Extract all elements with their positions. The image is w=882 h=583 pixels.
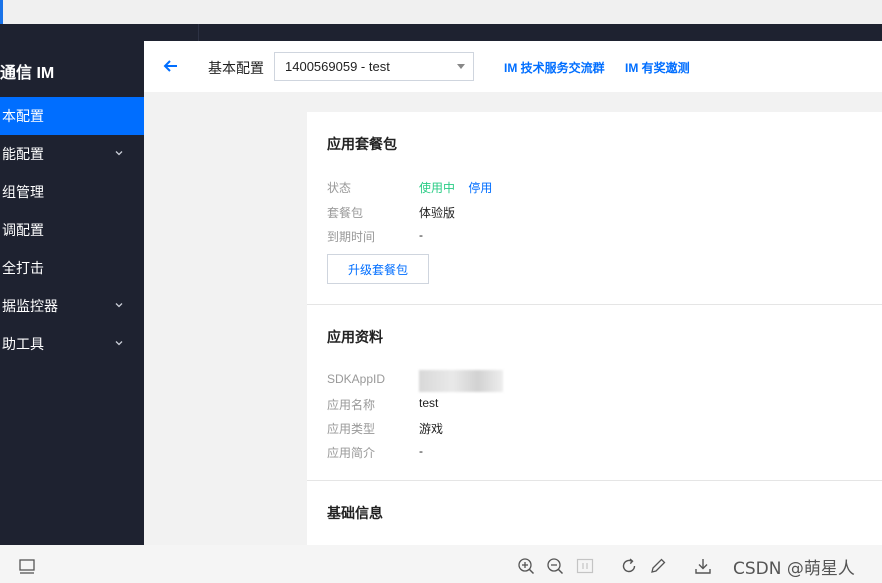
reward-survey-link[interactable]: IM 有奖遨测 [625, 59, 690, 76]
sidebar-item-label: 组管理 [2, 184, 44, 200]
back-arrow-icon[interactable] [162, 57, 180, 75]
watermark-text: CSDN @萌星人 [733, 559, 855, 579]
package-label: 套餐包 [327, 206, 364, 220]
panel-toggle-icon[interactable] [18, 557, 36, 575]
sidebar-item-security[interactable]: 全打击 [0, 249, 144, 287]
app-name-value: test [419, 396, 439, 410]
viewer-toolbar: CSDN @萌星人 [0, 545, 882, 583]
zoom-in-icon[interactable] [517, 557, 535, 575]
app-intro-value: - [419, 444, 423, 458]
expiry-label: 到期时间 [327, 230, 376, 244]
basic-info-section-title: 基础信息 [327, 505, 383, 521]
sidebar-item-label: 助工具 [2, 336, 44, 352]
actual-size-icon [576, 558, 594, 574]
status-row: 使用中 停用 [419, 179, 492, 196]
sidebar-item-label: 全打击 [2, 260, 44, 276]
sidebar-item-label: 本配置 [2, 108, 44, 124]
sdkappid-label: SDKAppID [327, 372, 386, 386]
caret-down-icon [457, 64, 465, 69]
upgrade-package-button[interactable]: 升级套餐包 [327, 254, 429, 284]
chevron-down-icon [115, 303, 123, 308]
sidebar-item-callback-config[interactable]: 调配置 [0, 211, 144, 249]
status-badge: 使用中 [419, 181, 456, 195]
package-section-title: 应用套餐包 [327, 136, 397, 152]
top-bar-divider [198, 24, 199, 41]
sidebar-item-tools[interactable]: 助工具 [0, 325, 144, 363]
pencil-icon[interactable] [649, 557, 667, 575]
console-top-bar [0, 24, 882, 41]
package-value: 体验版 [419, 206, 456, 220]
sidebar-item-label: 据监控器 [2, 298, 58, 314]
sidebar: 通信 IM 本配置 能配置 组管理 调配置 全打击 据监控器 助工具 [0, 41, 144, 545]
app-intro-label: 应用简介 [327, 446, 376, 460]
disable-link[interactable]: 停用 [468, 181, 492, 195]
download-icon[interactable] [694, 557, 712, 575]
chevron-down-icon [115, 341, 123, 346]
tab-accent [0, 0, 3, 24]
section-divider [307, 304, 882, 305]
sidebar-item-basic-config[interactable]: 本配置 [0, 97, 144, 135]
zoom-out-icon[interactable] [546, 557, 564, 575]
tech-group-link[interactable]: IM 技术服务交流群 [504, 59, 605, 76]
status-label: 状态 [327, 181, 352, 195]
app-select[interactable]: 1400569059 - test [274, 52, 474, 81]
app-type-label: 应用类型 [327, 422, 376, 436]
app-name-label: 应用名称 [327, 398, 376, 412]
rotate-icon[interactable] [620, 557, 638, 575]
expiry-value: - [419, 228, 423, 242]
sidebar-brand: 通信 IM [0, 65, 55, 82]
page-header: 基本配置 1400569059 - test IM 技术服务交流群 IM 有奖遨… [144, 41, 882, 92]
sidebar-item-feature-config[interactable]: 能配置 [0, 135, 144, 173]
browser-top-strip [0, 0, 882, 24]
chevron-down-icon [115, 151, 123, 156]
sidebar-item-data-monitor[interactable]: 据监控器 [0, 287, 144, 325]
sidebar-item-group-management[interactable]: 组管理 [0, 173, 144, 211]
page-title: 基本配置 [208, 60, 264, 76]
sidebar-item-label: 调配置 [2, 222, 44, 238]
sidebar-item-label: 能配置 [2, 146, 44, 162]
config-card: 应用套餐包 状态 使用中 停用 套餐包 体验版 到期时间 - 升级套餐包 应用资… [307, 112, 882, 545]
app-select-value: 1400569059 - test [285, 59, 390, 74]
sdkappid-masked-value [419, 370, 503, 392]
app-type-value: 游戏 [419, 422, 444, 436]
app-info-section-title: 应用资料 [327, 329, 383, 345]
section-divider [307, 480, 882, 481]
